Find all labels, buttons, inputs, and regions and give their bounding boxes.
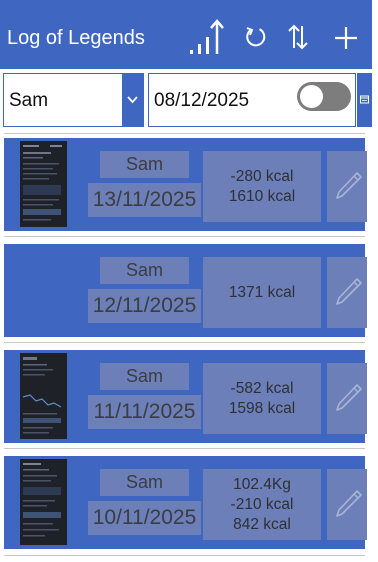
entry-line: 102.4Kg [233,475,291,493]
entry-line: -582 kcal [230,379,294,397]
date-picker-value: 08/12/2025 [154,90,250,111]
dropdown-button[interactable] [122,74,143,126]
entry-line: 1598 kcal [228,399,296,417]
pencil-icon [336,172,362,199]
calendar-icon [360,95,369,104]
edit-button[interactable] [327,363,367,434]
divider [4,133,365,134]
pencil-icon [336,278,362,305]
entry-date: 10/11/2025 [88,501,201,535]
entry-user: Sam [100,257,189,284]
pencil-icon [336,490,362,517]
add-icon[interactable] [333,25,359,51]
app-title: Log of Legends [7,27,145,49]
entry-date: 13/11/2025 [88,183,201,217]
refresh-icon[interactable] [244,25,268,49]
edit-button[interactable] [327,469,367,540]
entry-date: 11/11/2025 [88,395,201,429]
entry-summary: 102.4Kg -210 kcal 842 kcal [203,469,321,540]
entry-line: -280 kcal [230,167,294,185]
entry-summary: 1371 kcal [203,257,321,328]
date-picker[interactable]: 08/12/2025 [148,73,356,127]
entry-summary: -582 kcal 1598 kcal [203,363,321,434]
entry-user: Sam [100,469,189,496]
entry-date: 12/11/2025 [88,289,201,323]
entry-thumbnail [20,141,67,227]
stats-icon[interactable] [188,16,230,56]
divider [4,448,365,449]
entry-summary: -280 kcal 1610 kcal [203,151,321,222]
pencil-icon [336,384,362,411]
entry-user: Sam [100,151,189,178]
toggle-switch[interactable] [297,82,351,111]
entry-line: -210 kcal [230,495,294,513]
list-item[interactable]: Sam 11/11/2025 -582 kcal 1598 kcal [4,350,367,443]
entry-line: 1610 kcal [228,187,296,205]
divider [4,236,365,237]
entry-thumbnail [20,459,67,545]
edit-button[interactable] [327,151,367,222]
list-item[interactable]: Sam 12/11/2025 1371 kcal [4,244,367,337]
user-dropdown-value: Sam [9,90,49,111]
entry-thumbnail [20,353,67,439]
toggle-knob [300,85,323,108]
divider [4,342,365,343]
list-item[interactable]: Sam 13/11/2025 -280 kcal 1610 kcal [4,138,367,231]
entry-user: Sam [100,363,189,390]
sort-icon[interactable] [287,23,309,51]
edit-button[interactable] [327,257,367,328]
chevron-down-icon [127,96,138,104]
list-item[interactable]: Sam 10/11/2025 102.4Kg -210 kcal 842 kca… [4,456,367,549]
app-header: Log of Legends [0,0,372,69]
divider [4,555,365,556]
calendar-button[interactable] [357,73,372,127]
entry-line: 842 kcal [233,515,291,533]
entry-line: 1371 kcal [228,283,296,301]
user-dropdown[interactable]: Sam [3,73,144,127]
